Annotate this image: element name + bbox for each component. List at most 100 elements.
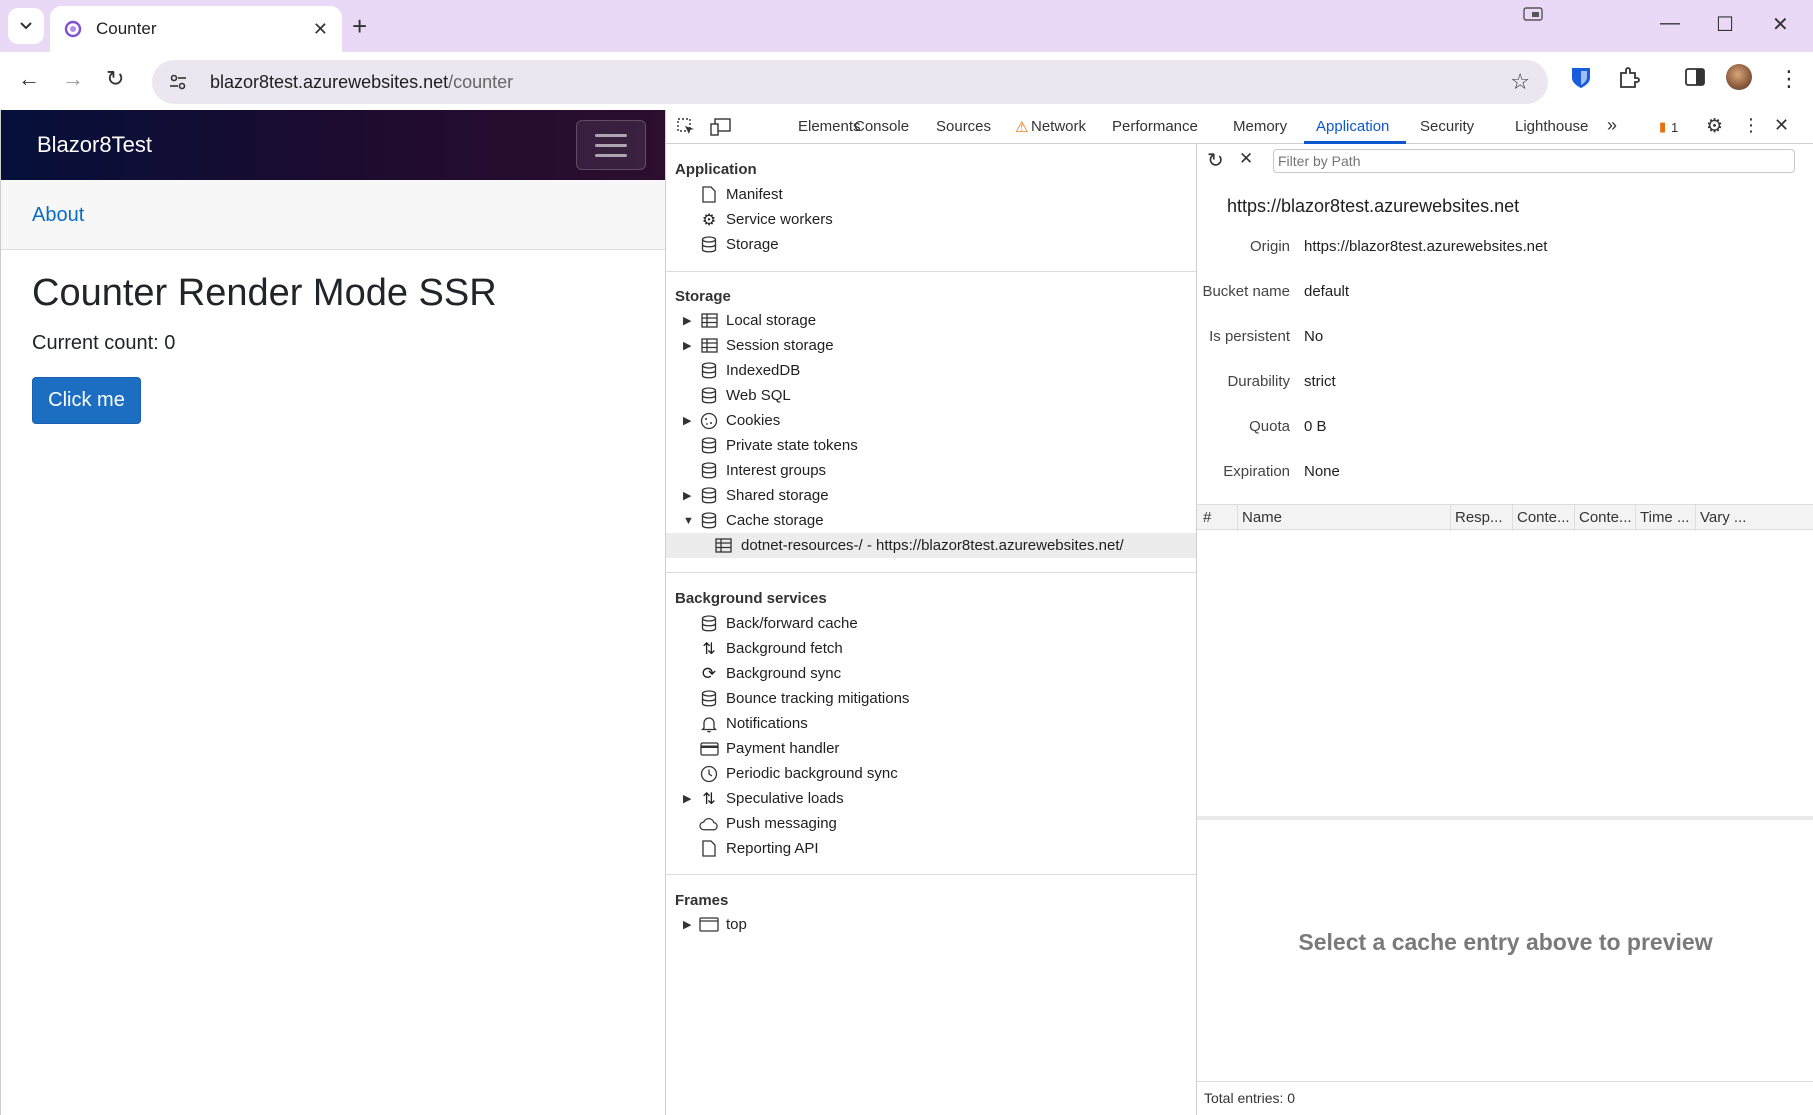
tab-application[interactable]: Application — [1316, 118, 1389, 135]
site-info-icon[interactable] — [166, 70, 190, 94]
tab-console[interactable]: Console — [854, 118, 909, 135]
collapse-arrow-icon[interactable]: ▼ — [683, 515, 694, 527]
reload-icon[interactable]: ↻ — [106, 66, 124, 92]
sidebar-item-indexeddb[interactable]: IndexedDB — [666, 358, 1196, 383]
new-tab-button[interactable]: + — [352, 12, 367, 40]
expand-arrow-icon[interactable]: ▶ — [683, 792, 691, 805]
tab-security[interactable]: Security — [1420, 118, 1474, 135]
delete-x-icon[interactable]: ✕ — [1239, 149, 1253, 169]
click-me-button[interactable]: Click me — [32, 377, 141, 424]
issues-flag-icon[interactable]: ▮ — [1659, 119, 1666, 135]
sidebar-item-back-forward-cache[interactable]: Back/forward cache — [666, 611, 1196, 636]
refresh-icon[interactable]: ↻ — [1207, 148, 1224, 173]
tab-search-button[interactable] — [8, 8, 44, 44]
tab-close-icon[interactable]: ✕ — [313, 19, 328, 40]
origin-value: https://blazor8test.azurewebsites.net — [1304, 238, 1548, 255]
cache-storage-view: ↻ ✕ https://blazor8test.azurewebsites.ne… — [1197, 144, 1813, 1115]
expand-arrow-icon[interactable]: ▶ — [683, 314, 691, 327]
browser-tab[interactable]: Counter ✕ — [50, 6, 342, 52]
sidebar-item-service-workers[interactable]: ⚙ Service workers — [666, 207, 1196, 232]
inspect-element-icon[interactable] — [676, 117, 696, 137]
tab-elements[interactable]: Elements — [798, 118, 861, 135]
window-close-icon[interactable]: ✕ — [1772, 12, 1789, 37]
sidebar-item-notifications[interactable]: Notifications — [666, 711, 1196, 736]
preview-resizer[interactable] — [1197, 816, 1813, 820]
sidebar-item-reporting-api[interactable]: Reporting API — [666, 836, 1196, 861]
devtools-tabbar: Elements Console Sources ⚠ Network Perfo… — [666, 110, 1813, 144]
column-divider — [1512, 505, 1513, 531]
sidebar-item-manifest[interactable]: Manifest — [666, 182, 1196, 207]
extensions-puzzle-icon[interactable] — [1617, 66, 1641, 90]
sidebar-item-label: IndexedDB — [726, 362, 801, 379]
about-link[interactable]: About — [32, 204, 84, 227]
tab-sources[interactable]: Sources — [936, 118, 991, 135]
minimize-icon[interactable]: — — [1660, 12, 1680, 35]
device-toolbar-icon[interactable] — [710, 117, 732, 137]
close-devtools-icon[interactable]: ✕ — [1774, 115, 1789, 136]
sidebar-item-cache-storage[interactable]: ▼ Cache storage — [666, 508, 1196, 533]
tab-memory[interactable]: Memory — [1233, 118, 1287, 135]
up-down-arrows-icon: ⇅ — [702, 640, 716, 658]
database-icon — [699, 486, 719, 506]
column-content-type[interactable]: Conte... — [1517, 509, 1570, 526]
filter-by-path-input[interactable] — [1273, 149, 1795, 173]
column-name[interactable]: Name — [1242, 509, 1282, 526]
browser-menu-icon[interactable]: ⋮ — [1778, 66, 1800, 92]
table-grid-icon — [713, 536, 733, 556]
sidebar-item-periodic-sync[interactable]: Periodic background sync — [666, 761, 1196, 786]
sidebar-item-background-fetch[interactable]: ⇅ Background fetch — [666, 636, 1196, 661]
forward-icon[interactable]: → — [62, 66, 84, 92]
bookmark-star-icon[interactable]: ☆ — [1510, 69, 1530, 95]
more-tabs-icon[interactable]: » — [1607, 115, 1617, 136]
section-divider — [666, 572, 1196, 573]
sidebar-item-web-sql[interactable]: Web SQL — [666, 383, 1196, 408]
issues-count[interactable]: 1 — [1671, 120, 1678, 135]
sidebar-item-storage[interactable]: Storage — [666, 232, 1196, 257]
sidebar-item-background-sync[interactable]: ⟳ Background sync — [666, 661, 1196, 686]
column-content-length[interactable]: Conte... — [1579, 509, 1632, 526]
tab-lighthouse[interactable]: Lighthouse — [1515, 118, 1588, 135]
maximize-icon[interactable]: ☐ — [1716, 12, 1734, 37]
sidebar-item-push-messaging[interactable]: Push messaging — [666, 811, 1196, 836]
devtools-menu-icon[interactable]: ⋮ — [1742, 115, 1760, 136]
tab-network[interactable]: Network — [1031, 118, 1086, 135]
expand-arrow-icon[interactable]: ▶ — [683, 414, 691, 427]
database-icon — [699, 436, 719, 456]
sidebar-item-label: Back/forward cache — [726, 615, 858, 632]
sidebar-item-cache-entry[interactable]: dotnet-resources-/ - https://blazor8test… — [666, 533, 1196, 558]
bucket-value: default — [1304, 283, 1350, 300]
total-entries: Total entries: 0 — [1197, 1081, 1813, 1115]
origin-heading: https://blazor8test.azurewebsites.net — [1227, 196, 1520, 216]
cache-toolbar: ↻ ✕ — [1197, 144, 1813, 176]
navbar-toggler-button[interactable] — [576, 120, 646, 170]
sidebar-item-session-storage[interactable]: ▶ Session storage — [666, 333, 1196, 358]
back-icon[interactable]: ← — [18, 66, 40, 92]
sidebar-item-speculative-loads[interactable]: ▶ ⇅ Speculative loads — [666, 786, 1196, 811]
column-divider — [1450, 505, 1451, 531]
sidebar-item-label: Background sync — [726, 665, 842, 682]
sidebar-item-frame-top[interactable]: ▶ top — [666, 912, 1196, 937]
sidebar-item-payment-handler[interactable]: Payment handler — [666, 736, 1196, 761]
column-response-type[interactable]: Resp... — [1455, 509, 1503, 526]
side-panel-icon[interactable] — [1684, 66, 1706, 88]
column-time-cached[interactable]: Time ... — [1640, 509, 1689, 526]
bitwarden-extension-icon[interactable] — [1570, 66, 1592, 90]
tab-performance[interactable]: Performance — [1112, 118, 1198, 135]
sidebar-item-interest-groups[interactable]: Interest groups — [666, 458, 1196, 483]
expand-arrow-icon[interactable]: ▶ — [683, 339, 691, 352]
expand-arrow-icon[interactable]: ▶ — [683, 489, 691, 502]
persistent-key: Is persistent — [1209, 328, 1290, 345]
expand-arrow-icon[interactable]: ▶ — [683, 918, 691, 931]
sidebar-item-shared-storage[interactable]: ▶ Shared storage — [666, 483, 1196, 508]
sidebar-item-bounce-tracking[interactable]: Bounce tracking mitigations — [666, 686, 1196, 711]
sidebar-item-cookies[interactable]: ▶ Cookies — [666, 408, 1196, 433]
sidebar-item-local-storage[interactable]: ▶ Local storage — [666, 308, 1196, 333]
address-bar[interactable]: blazor8test.azurewebsites.net/counter ☆ — [152, 60, 1548, 104]
profile-avatar[interactable] — [1726, 64, 1752, 90]
navbar-brand[interactable]: Blazor8Test — [37, 132, 152, 158]
column-index[interactable]: # — [1203, 509, 1211, 526]
sidebar-item-private-state-tokens[interactable]: Private state tokens — [666, 433, 1196, 458]
section-divider — [666, 271, 1196, 272]
column-vary-header[interactable]: Vary ... — [1700, 509, 1746, 526]
settings-gear-icon[interactable]: ⚙ — [1706, 115, 1723, 138]
